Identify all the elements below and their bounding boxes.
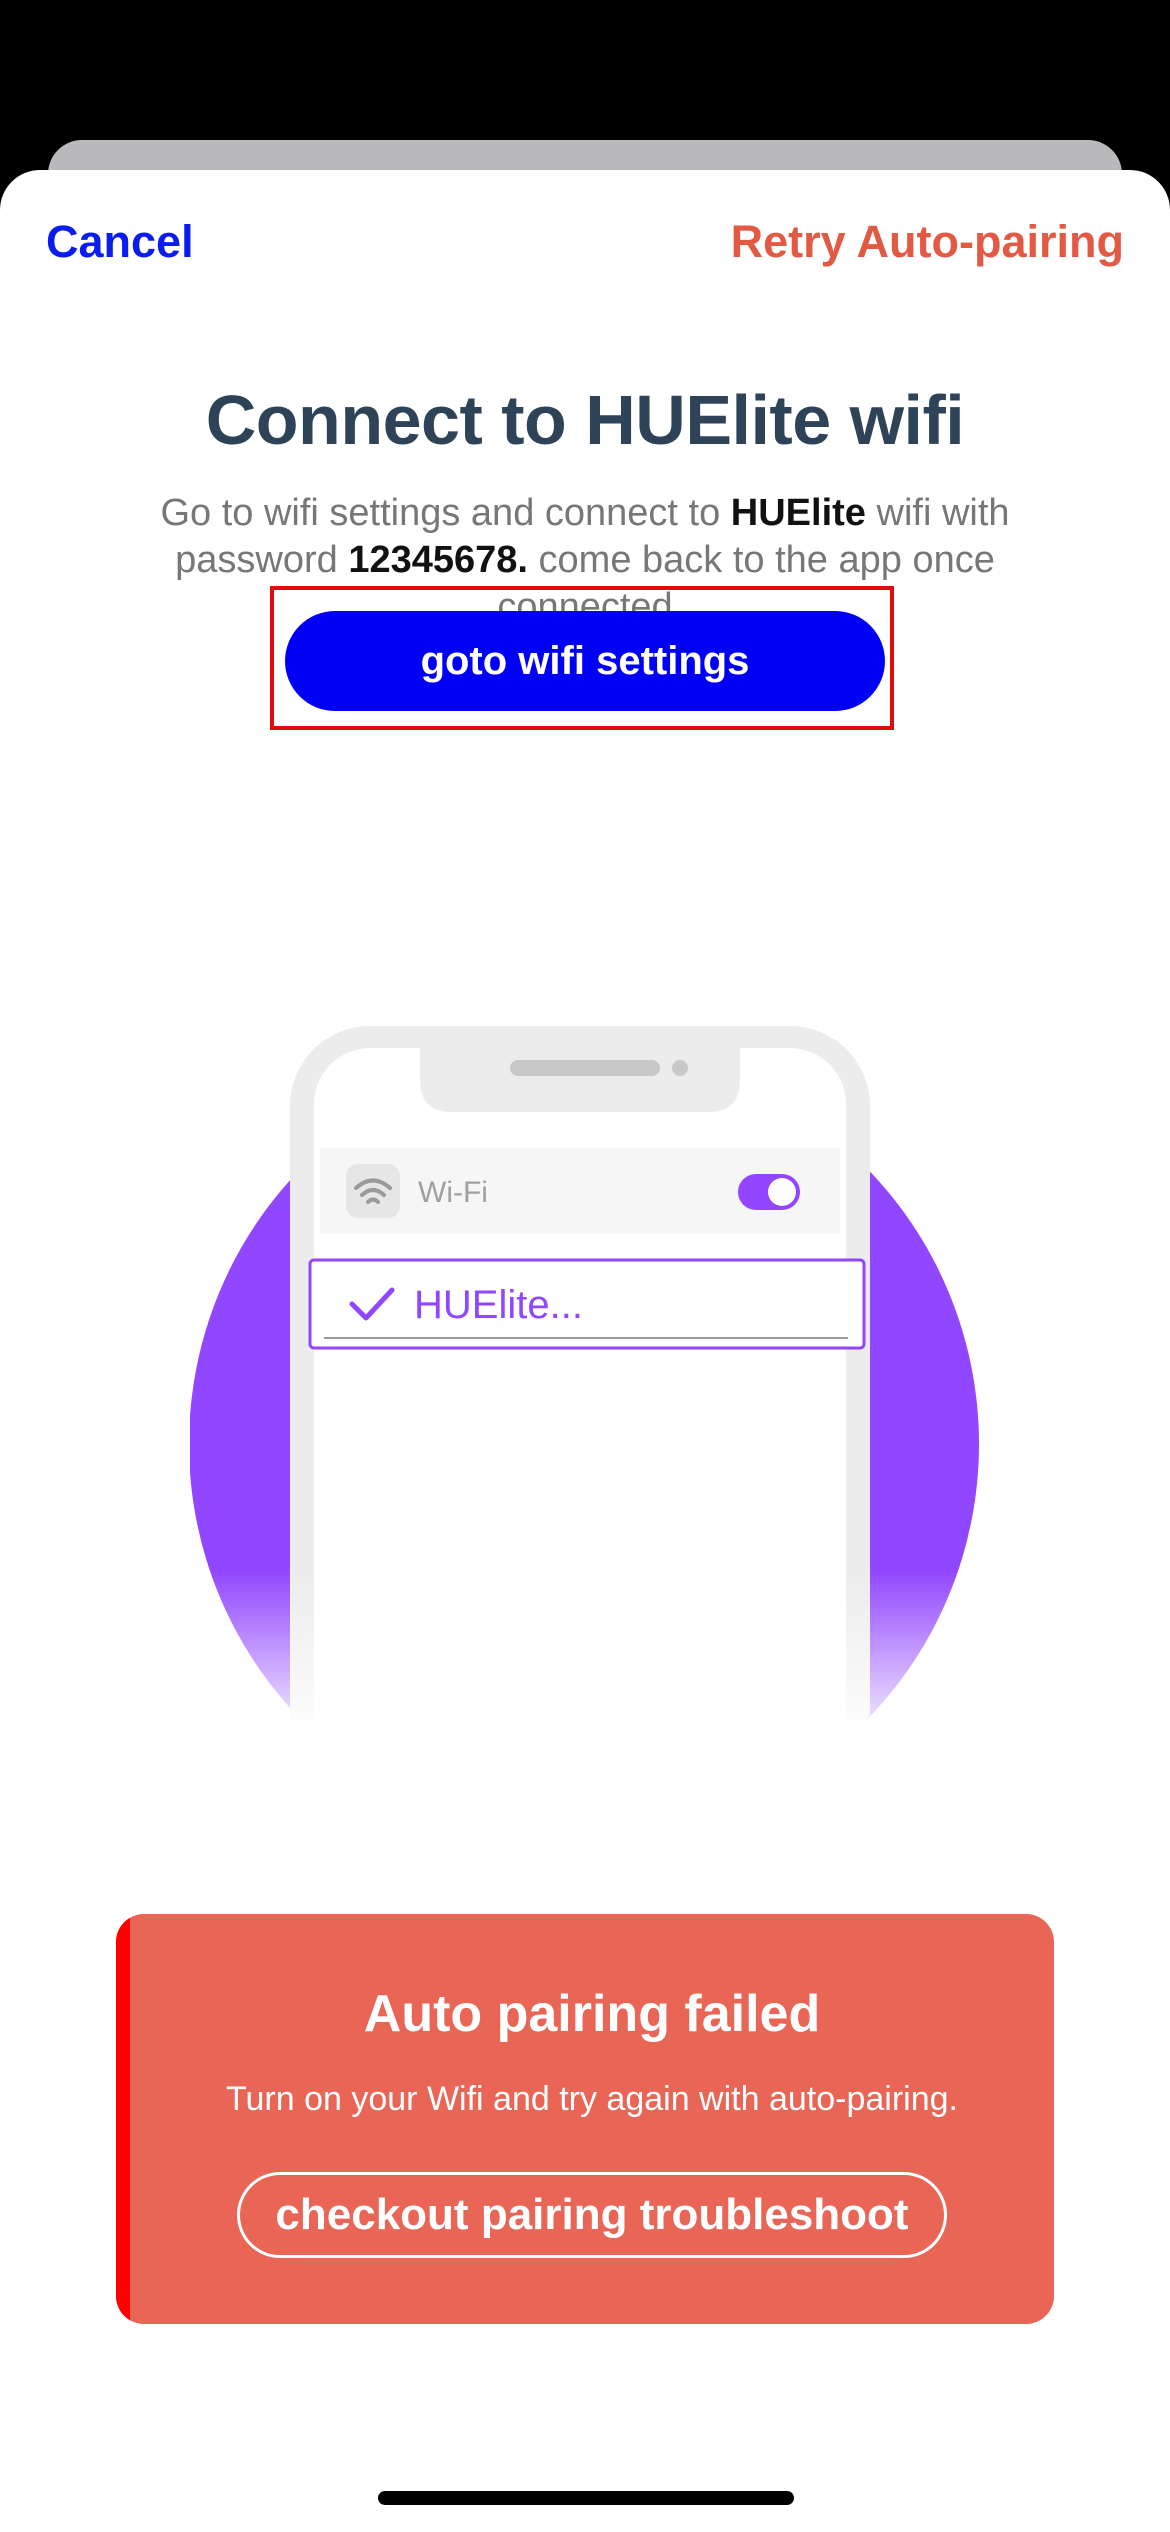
phone-camera: [672, 1060, 688, 1076]
goto-wifi-settings-button[interactable]: goto wifi settings: [285, 611, 885, 711]
network-row: [308, 1258, 866, 1350]
fade-overlay: [190, 1570, 980, 1750]
retry-auto-pairing-button[interactable]: Retry Auto-pairing: [731, 216, 1124, 268]
wifi-password: 12345678.: [348, 539, 528, 581]
toast-message: Turn on your Wifi and try again with aut…: [226, 2080, 958, 2118]
toast-accent-bar: [116, 1914, 130, 2324]
network-label: HUElite...: [414, 1283, 583, 1327]
instructions-part-1: Go to wifi settings and connect to: [160, 492, 731, 534]
wifi-toggle-knob: [768, 1178, 796, 1206]
home-indicator: [378, 2491, 794, 2505]
phone-wifi-illustration: Wi-Fi HUElite...: [190, 1026, 980, 1750]
phone-speaker: [510, 1060, 660, 1076]
page-title: Connect to HUElite wifi: [205, 381, 965, 459]
cancel-button[interactable]: Cancel: [46, 216, 194, 268]
network-name: HUElite: [730, 492, 866, 534]
error-toast: Auto pairing failed Turn on your Wifi an…: [116, 1914, 1054, 2324]
wifi-label: Wi-Fi: [418, 1176, 488, 1209]
phone-notch: [420, 1048, 740, 1112]
troubleshoot-button[interactable]: checkout pairing troubleshoot: [237, 2172, 947, 2258]
toast-title: Auto pairing failed: [363, 1985, 821, 2043]
